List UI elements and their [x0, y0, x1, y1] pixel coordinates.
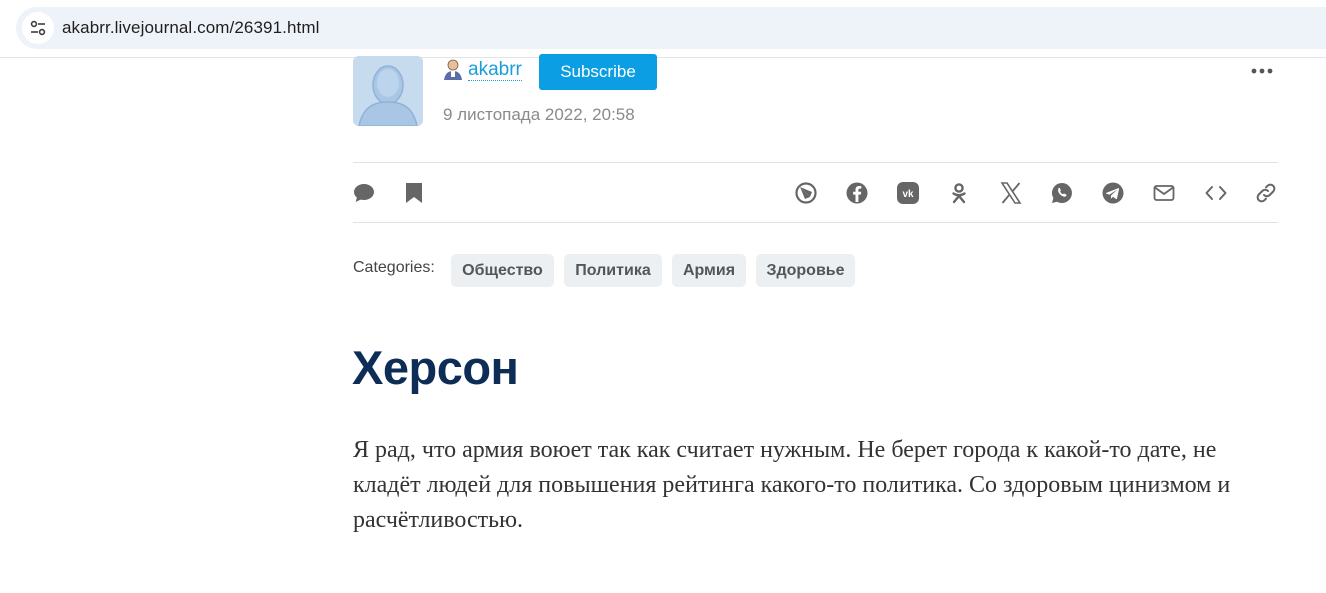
odnoklassniki-icon[interactable]	[947, 181, 971, 205]
tune-icon[interactable]	[22, 12, 54, 44]
post-title: Херсон	[352, 341, 519, 394]
divider	[353, 162, 1278, 163]
toolbar-divider	[0, 57, 1326, 58]
x-icon[interactable]	[999, 181, 1023, 205]
avatar[interactable]	[353, 56, 423, 126]
category-tag[interactable]: Здоровье	[756, 254, 855, 287]
facebook-icon[interactable]	[845, 181, 869, 205]
vk-icon[interactable]: vk	[896, 181, 920, 205]
svg-text:vk: vk	[902, 189, 914, 200]
user-icon	[443, 59, 463, 81]
divider	[353, 222, 1278, 223]
categories-label: Categories:	[353, 259, 435, 276]
email-icon[interactable]	[1152, 181, 1176, 205]
comment-icon[interactable]	[352, 181, 376, 205]
bookmark-icon[interactable]	[402, 181, 426, 205]
post-body: Я рад, что армия воюет так как считает н…	[353, 437, 1231, 533]
category-tag[interactable]: Общество	[451, 254, 554, 287]
telegram-icon[interactable]	[1101, 181, 1125, 205]
whatsapp-icon[interactable]	[1050, 181, 1074, 205]
more-options-icon[interactable]	[1250, 64, 1274, 78]
link-icon[interactable]	[1254, 181, 1278, 205]
livejournal-icon[interactable]	[794, 181, 818, 205]
embed-icon[interactable]	[1204, 181, 1228, 205]
category-tag[interactable]: Армия	[672, 254, 746, 287]
post-date: 9 листопада 2022, 20:58	[443, 105, 635, 124]
subscribe-button[interactable]: Subscribe	[539, 54, 657, 90]
author-username-link[interactable]: akabrr	[468, 60, 522, 81]
url-text[interactable]: akabrr.livejournal.com/26391.html	[62, 18, 320, 38]
address-bar[interactable]: akabrr.livejournal.com/26391.html	[16, 7, 1326, 49]
category-tag[interactable]: Политика	[564, 254, 662, 287]
